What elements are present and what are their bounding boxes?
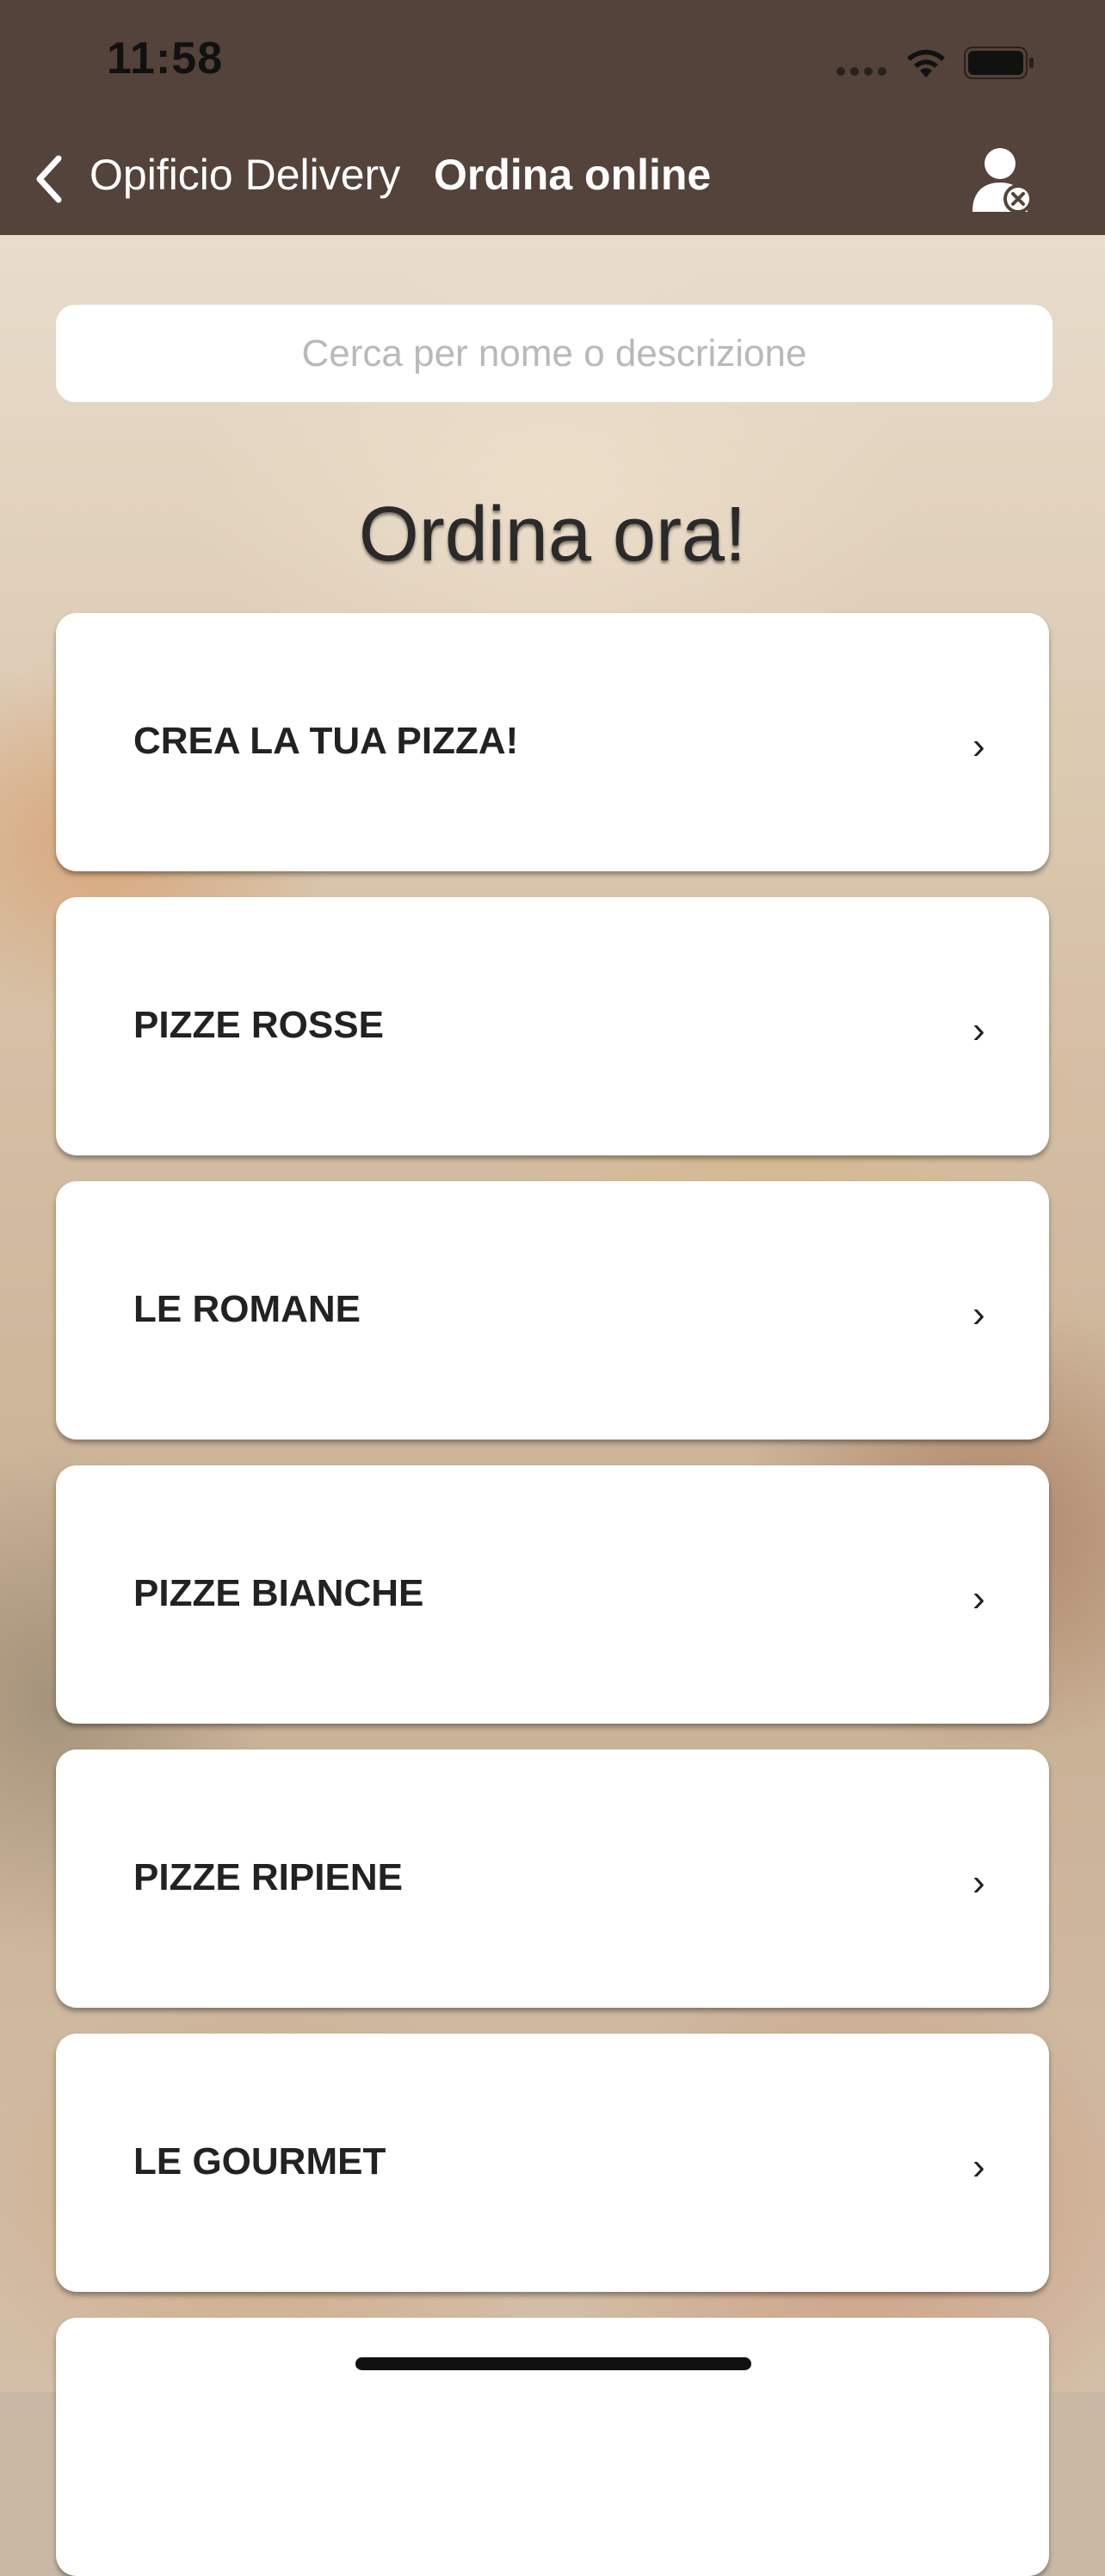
page-title: Ordina online [434,151,712,199]
category-label: LE ROMANE [133,1288,361,1330]
category-label: PIZZE ROSSE [133,1004,384,1046]
category-label: PIZZE RIPIENE [133,1856,403,1898]
chevron-right-icon: › [972,725,985,767]
category-card[interactable]: PIZZE BIANCHE › [56,1465,1049,1724]
category-card[interactable]: PIZZE RIPIENE › [56,1749,1049,2008]
chevron-right-icon: › [972,1293,985,1335]
category-label: CREA LA TUA PIZZA! [133,720,519,762]
category-card[interactable]: LE ROMANE › [56,1181,1049,1440]
cellular-signal-icon [836,67,886,76]
navigation-bar: Opificio Delivery Ordina online [0,121,1105,235]
chevron-right-icon: › [972,1009,985,1051]
chevron-right-icon: › [972,2146,985,2188]
category-card[interactable]: LE GOURMET › [56,2034,1049,2292]
battery-icon [964,46,1034,79]
wifi-icon [907,49,945,77]
chevron-right-icon: › [972,1577,985,1619]
back-button[interactable]: Opificio Delivery [90,150,400,200]
user-profile-icon[interactable] [971,145,1036,217]
status-time: 11:58 [107,34,224,84]
status-bar: 11:58 [0,0,1105,121]
back-chevron-icon[interactable] [33,153,67,205]
category-label: LE GOURMET [133,2140,386,2183]
home-indicator[interactable] [355,2357,751,2370]
category-card[interactable]: PIZZE ROSSE › [56,897,1049,1155]
chevron-right-icon: › [972,1861,985,1904]
category-card[interactable] [56,2318,1049,2576]
category-card[interactable]: CREA LA TUA PIZZA! › [56,613,1049,871]
category-label: PIZZE BIANCHE [133,1572,424,1614]
search-input[interactable] [56,305,1053,402]
section-heading: Ordina ora! [358,492,747,578]
